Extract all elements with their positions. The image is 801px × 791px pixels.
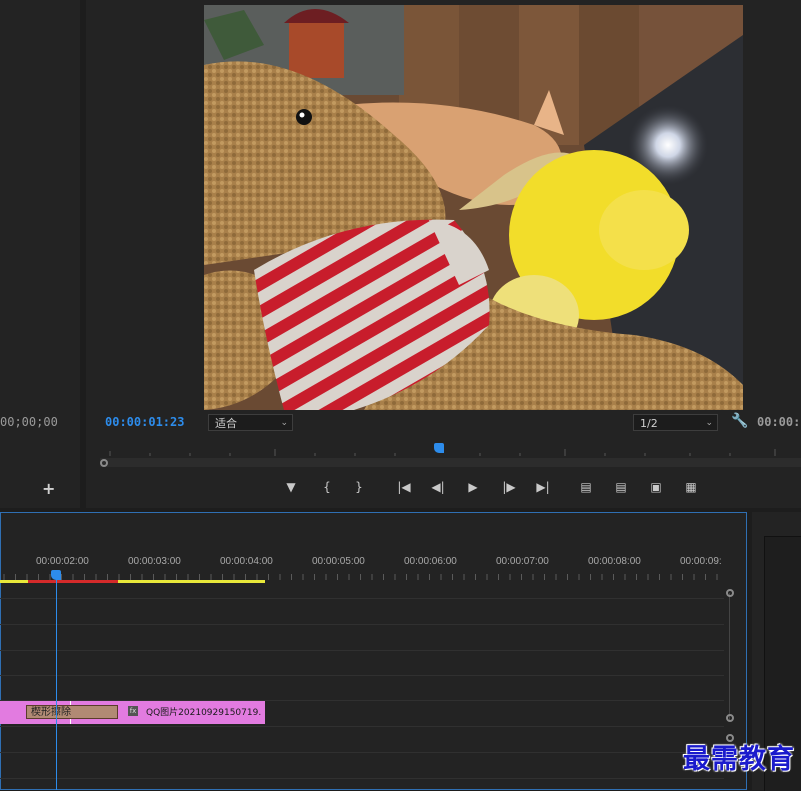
- step-forward-icon: |▶: [502, 480, 516, 494]
- ruler-time-label: 00:00:06:00: [404, 556, 457, 567]
- clip-name: QQ图片20210929150719.: [146, 708, 262, 718]
- export-frame-button[interactable]: ▣: [645, 477, 667, 497]
- monitor-ruler-ticks: [109, 449, 776, 456]
- ruler-time-label: 00:00:05:00: [312, 556, 365, 567]
- go-to-in-icon: |◀: [397, 480, 411, 494]
- timeline-playhead-line: [56, 578, 57, 790]
- timeline-scrollbar-track[interactable]: [729, 593, 730, 720]
- scrollbar-bottom-handle[interactable]: [726, 714, 734, 722]
- marker-icon: ▼: [286, 480, 296, 494]
- fx-badge: fx: [128, 706, 138, 716]
- go-to-out-button[interactable]: ▶|: [532, 477, 554, 497]
- compare-icon: ▦: [685, 480, 697, 494]
- render-bar: [28, 580, 118, 583]
- fit-dropdown[interactable]: 适合 ⌄: [208, 414, 293, 431]
- duration-time: 00:00:0: [757, 415, 801, 429]
- ruler-time-label: 00:00:08:00: [588, 556, 641, 567]
- mark-out-icon: }: [355, 480, 363, 494]
- left-panel: 00;00;00 +: [0, 0, 80, 508]
- step-back-button[interactable]: ◀|: [427, 477, 449, 497]
- lift-button[interactable]: ▤: [575, 477, 597, 497]
- track-divider: [0, 650, 724, 651]
- ruler-time-label: 00:00:03:00: [128, 556, 181, 567]
- source-timecode: 00;00;00: [0, 415, 58, 429]
- timeline-playhead[interactable]: [51, 570, 61, 580]
- extract-button[interactable]: ▤: [610, 477, 632, 497]
- fit-dropdown-value: 适合: [215, 417, 237, 430]
- resolution-dropdown-value: 1/2: [640, 417, 658, 430]
- extract-icon: ▤: [615, 480, 627, 494]
- monitor-zoom-handle[interactable]: [100, 459, 108, 467]
- transition-wedge-wipe[interactable]: 楔形擦除: [26, 705, 118, 719]
- track-divider: [0, 752, 724, 753]
- chevron-down-icon: ⌄: [280, 418, 288, 428]
- chevron-down-icon: ⌄: [705, 418, 713, 428]
- ruler-time-label: 00:00:07:00: [496, 556, 549, 567]
- lift-icon: ▤: [580, 480, 592, 494]
- monitor-time-ruler[interactable]: [100, 458, 801, 467]
- mark-in-icon: {: [323, 480, 331, 494]
- timeline-panel: [0, 512, 747, 790]
- add-icon[interactable]: +: [42, 479, 55, 498]
- ruler-time-label: 00:00:09:: [680, 556, 722, 567]
- track-divider: [0, 778, 724, 779]
- camera-icon: ▣: [650, 480, 662, 494]
- ruler-time-label: 00:00:04:00: [220, 556, 273, 567]
- go-to-in-button[interactable]: |◀: [393, 477, 415, 497]
- track-divider: [0, 598, 724, 599]
- compare-button[interactable]: ▦: [680, 477, 702, 497]
- track-divider: [0, 675, 724, 676]
- mark-in-button[interactable]: {: [316, 477, 338, 497]
- add-marker-button[interactable]: ▼: [280, 477, 302, 497]
- track-divider: [0, 624, 724, 625]
- program-video-frame: [204, 5, 743, 410]
- monitor-playhead[interactable]: [434, 443, 444, 453]
- scrollbar-top-handle[interactable]: [726, 589, 734, 597]
- track-divider: [0, 726, 724, 727]
- ruler-time-label: 00:00:02:00: [36, 556, 89, 567]
- resolution-dropdown[interactable]: 1/2 ⌄: [633, 414, 718, 431]
- go-to-out-icon: ▶|: [536, 480, 550, 494]
- video-content: [204, 5, 743, 410]
- current-time-display[interactable]: 00:00:01:23: [105, 415, 184, 429]
- mark-out-button[interactable]: }: [348, 477, 370, 497]
- wrench-icon[interactable]: 🔧: [731, 413, 748, 429]
- watermark: 最需教育: [683, 744, 795, 775]
- play-button[interactable]: ▶: [462, 477, 484, 497]
- play-icon: ▶: [468, 480, 478, 494]
- step-back-icon: ◀|: [431, 480, 445, 494]
- step-forward-button[interactable]: |▶: [498, 477, 520, 497]
